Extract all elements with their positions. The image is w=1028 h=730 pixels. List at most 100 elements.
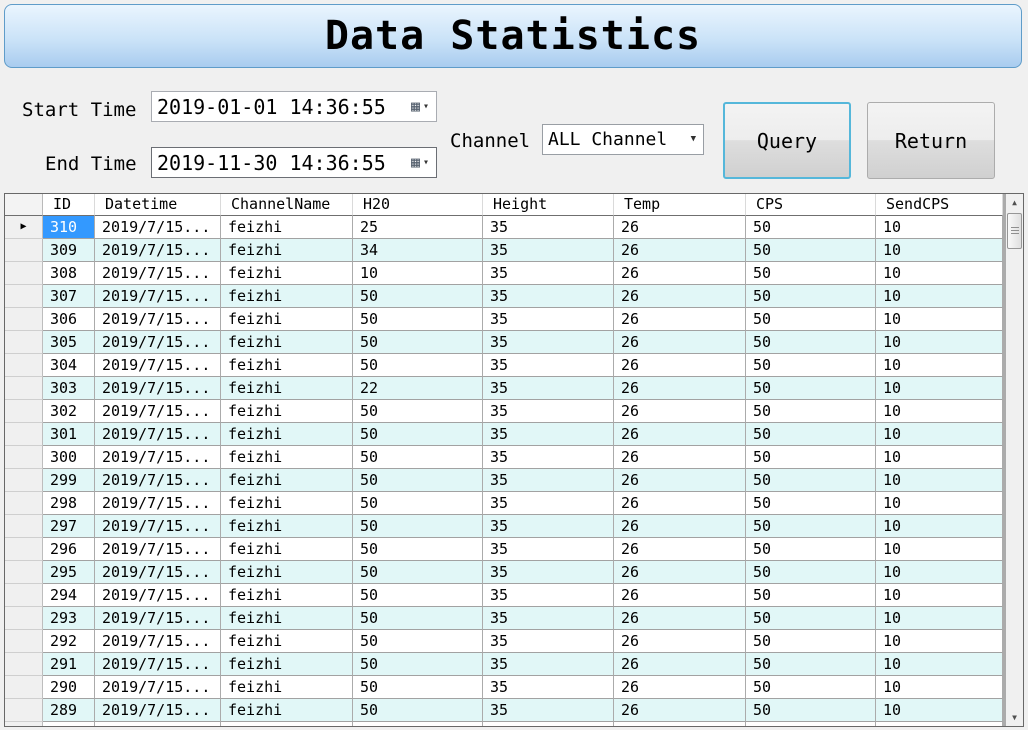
cell-channelname[interactable]: feizhi [221,423,353,446]
column-header-h20[interactable]: H20 [353,194,483,216]
cell-id[interactable]: 302 [43,400,95,423]
cell-channelname[interactable]: feizhi [221,331,353,354]
cell-height[interactable]: 35 [483,630,614,653]
cell-h20[interactable]: 50 [353,630,483,653]
cell-height[interactable]: 35 [483,653,614,676]
cell-datetime[interactable]: 2019/7/15... [95,653,221,676]
cell-height[interactable]: 35 [483,308,614,331]
cell-channelname[interactable]: feizhi [221,561,353,584]
row-header-cell[interactable] [5,239,43,262]
cell-channelname[interactable]: feizhi [221,676,353,699]
row-header-cell[interactable]: ▶ [5,216,43,239]
cell-id[interactable]: 308 [43,262,95,285]
cell-h20[interactable]: 50 [353,331,483,354]
cell-h20[interactable]: 50 [353,561,483,584]
cell-datetime[interactable]: 2019/7/15... [95,538,221,561]
cell-temp[interactable]: 26 [614,538,746,561]
column-header-datetime[interactable]: Datetime [95,194,221,216]
cell-temp[interactable]: 26 [614,216,746,239]
row-header-cell[interactable] [5,446,43,469]
cell-channelname[interactable]: feizhi [221,377,353,400]
row-header-cell[interactable] [5,423,43,446]
cell-temp[interactable]: 26 [614,377,746,400]
cell-cps[interactable]: 50 [746,377,876,400]
row-header-cell[interactable] [5,653,43,676]
cell-sendcps[interactable]: 10 [876,239,1003,262]
cell-channelname[interactable]: feizhi [221,446,353,469]
cell-h20[interactable]: 50 [353,400,483,423]
cell-temp[interactable]: 26 [614,469,746,492]
row-header-cell[interactable] [5,492,43,515]
cell-id[interactable]: 301 [43,423,95,446]
cell-h20[interactable]: 50 [353,423,483,446]
cell-datetime[interactable]: 2019/7/15... [95,630,221,653]
row-header-cell[interactable] [5,308,43,331]
cell-h20[interactable]: 50 [353,469,483,492]
cell-h20[interactable]: 50 [353,699,483,722]
cell-cps[interactable]: 50 [746,331,876,354]
cell-sendcps[interactable]: 10 [876,262,1003,285]
cell-datetime[interactable]: 2019/7/15... [95,469,221,492]
cell-datetime[interactable]: 2019/7/15... [95,584,221,607]
cell-sendcps[interactable]: 10 [876,630,1003,653]
row-header-cell[interactable] [5,561,43,584]
cell-id[interactable]: 292 [43,630,95,653]
cell-height[interactable]: 35 [483,423,614,446]
cell-id[interactable]: 304 [43,354,95,377]
channel-select[interactable]: ALL Channel ▼ [542,124,704,155]
cell-temp[interactable]: 26 [614,515,746,538]
cell-id[interactable]: 309 [43,239,95,262]
cell-cps[interactable]: 50 [746,607,876,630]
row-header-cell[interactable] [5,515,43,538]
cell-temp[interactable]: 26 [614,446,746,469]
cell-cps[interactable]: 50 [746,400,876,423]
cell-height[interactable]: 35 [483,584,614,607]
cell-datetime[interactable]: 2019/7/15... [95,354,221,377]
cell-datetime[interactable]: 2019/7/15... [95,308,221,331]
row-header-cell[interactable] [5,354,43,377]
cell-channelname[interactable]: feizhi [221,699,353,722]
cell-cps[interactable]: 50 [746,561,876,584]
cell-channelname[interactable]: feizhi [221,308,353,331]
cell-channelname[interactable]: feizhi [221,515,353,538]
column-header-temp[interactable]: Temp [614,194,746,216]
cell-sendcps[interactable]: 10 [876,538,1003,561]
cell-cps[interactable]: 50 [746,584,876,607]
cell-datetime[interactable]: 2019/7/15... [95,285,221,308]
cell-cps[interactable]: 50 [746,538,876,561]
cell-datetime[interactable]: 2019/7/15... [95,515,221,538]
cell-datetime[interactable]: 2019/7/15... [95,492,221,515]
cell-channelname[interactable]: feizhi [221,400,353,423]
cell-datetime[interactable]: 2019/7/15... [95,607,221,630]
cell-temp[interactable]: 26 [614,354,746,377]
cell-cps[interactable]: 50 [746,492,876,515]
column-header-id[interactable]: ID [43,194,95,216]
cell-h20[interactable]: 50 [353,308,483,331]
cell-temp[interactable]: 26 [614,630,746,653]
row-header-cell[interactable] [5,285,43,308]
cell-datetime[interactable]: 2019/7/15... [95,423,221,446]
cell-datetime[interactable]: 2019/7/15... [95,216,221,239]
grid-corner-cell[interactable] [5,194,43,216]
cell-temp[interactable]: 26 [614,423,746,446]
cell-channelname[interactable]: feizhi [221,653,353,676]
cell-channelname[interactable]: feizhi [221,354,353,377]
cell-h20[interactable]: 50 [353,538,483,561]
scrollbar-thumb[interactable] [1007,213,1022,249]
cell-height[interactable]: 35 [483,216,614,239]
cell-id[interactable]: 290 [43,676,95,699]
cell-temp[interactable]: 26 [614,653,746,676]
cell-datetime[interactable]: 2019/7/15... [95,331,221,354]
cell-sendcps[interactable]: 10 [876,285,1003,308]
cell-datetime[interactable]: 2019/7/15... [95,262,221,285]
cell-temp[interactable]: 26 [614,492,746,515]
cell-height[interactable]: 35 [483,262,614,285]
column-header-sendcps[interactable]: SendCPS [876,194,1003,216]
cell-sendcps[interactable]: 10 [876,676,1003,699]
cell-sendcps[interactable]: 10 [876,400,1003,423]
cell-sendcps[interactable]: 10 [876,492,1003,515]
end-time-dropdown-button[interactable]: ▦ ▾ [411,155,429,170]
cell-channelname[interactable]: feizhi [221,492,353,515]
cell-h20[interactable]: 50 [353,676,483,699]
cell-sendcps[interactable]: 10 [876,308,1003,331]
